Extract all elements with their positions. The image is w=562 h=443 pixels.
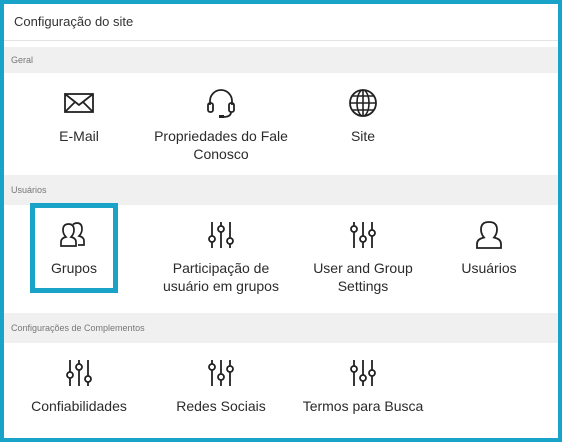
tile-search-terms-label: Termos para Busca: [302, 398, 424, 414]
tile-user-group-settings-label: User and Group Settings: [313, 260, 413, 294]
tile-contact-properties[interactable]: Propriedades do Fale Conosco: [152, 87, 290, 163]
tile-groups-label: Grupos: [51, 260, 97, 276]
page-title: Configuração do site: [4, 4, 558, 41]
tile-social-networks-label: Redes Sociais: [176, 398, 266, 414]
tile-site-label: Site: [350, 128, 376, 144]
tile-email-label: E-Mail: [59, 128, 99, 144]
envelope-icon: [64, 93, 94, 113]
users-group-icon: [60, 222, 85, 247]
tile-group-membership-label: Participação de usuário em grupos: [163, 260, 279, 294]
tile-user-group-settings[interactable]: User and Group Settings: [294, 219, 432, 295]
tile-reliabilities[interactable]: Confiabilidades: [10, 357, 148, 415]
sliders-icon: [208, 222, 234, 248]
site-settings-panel: Configuração do site Geral E-Mail Propri…: [0, 0, 562, 442]
section-usuarios-items: Grupos Participação de usuário em grupos: [4, 203, 558, 315]
tile-users[interactable]: Usuários: [420, 219, 558, 277]
tile-reliabilities-label: Confiabilidades: [31, 398, 127, 414]
tile-contact-properties-label: Propriedades do Fale Conosco: [154, 128, 288, 162]
tile-groups[interactable]: Grupos: [5, 219, 143, 277]
tile-email[interactable]: E-Mail: [10, 87, 148, 145]
sliders-icon: [350, 360, 376, 386]
sliders-icon: [350, 222, 376, 248]
tile-group-membership[interactable]: Participação de usuário em grupos: [152, 219, 290, 295]
tile-users-label: Usuários: [461, 260, 517, 276]
tile-social-networks[interactable]: Redes Sociais: [152, 357, 290, 415]
tile-search-terms[interactable]: Termos para Busca: [294, 357, 432, 415]
headset-icon: [207, 89, 235, 118]
globe-icon: [349, 89, 377, 117]
user-icon: [476, 221, 502, 249]
tile-site[interactable]: Site: [294, 87, 432, 145]
sliders-icon: [66, 360, 92, 386]
section-complementos-items: Confiabilidades Redes Sociais Termos par…: [4, 343, 558, 443]
section-header-complementos: Configurações de Complementos: [4, 313, 558, 343]
section-geral-items: E-Mail Propriedades do Fale Conosco Site: [4, 73, 558, 183]
sliders-icon: [208, 360, 234, 386]
section-header-geral: Geral: [4, 47, 558, 73]
